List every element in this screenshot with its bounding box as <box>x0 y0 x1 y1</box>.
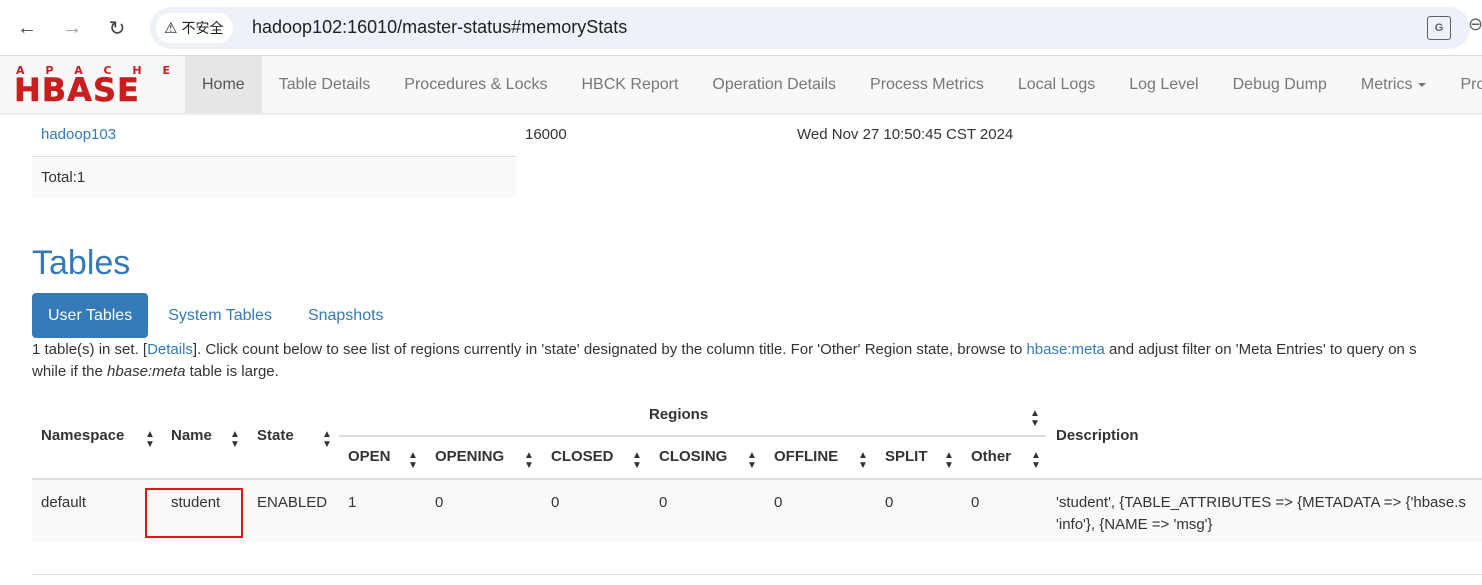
header-namespace[interactable]: Namespace <box>41 427 124 444</box>
sort-icon[interactable]: ▲ ▼ <box>858 451 868 471</box>
tab-snapshots[interactable]: Snapshots <box>292 293 400 338</box>
browser-toolbar: ← → ↻ ⚠ 不安全 hadoop102:16010/master-statu… <box>0 0 1482 56</box>
header-opening[interactable]: OPENING <box>435 448 504 465</box>
header-other[interactable]: Other <box>971 448 1011 465</box>
regions-header-divider <box>339 435 1046 437</box>
cell-other-count: 0 <box>971 494 980 511</box>
hbase-logo[interactable]: A P A C H E HBASE <box>14 64 170 108</box>
cell-closed-count: 0 <box>551 494 560 511</box>
header-name[interactable]: Name <box>171 427 212 444</box>
sort-icon[interactable]: ▲ ▼ <box>1031 451 1041 471</box>
tables-description: 1 table(s) in set. [Details]. Click coun… <box>32 341 1417 380</box>
nav-item-procedures-locks[interactable]: Procedures & Locks <box>387 56 564 113</box>
security-label: 不安全 <box>181 20 224 36</box>
sort-icon[interactable]: ▲ ▼ <box>524 451 534 471</box>
nav-item-table-details[interactable]: Table Details <box>262 56 388 113</box>
master-port: 16000 <box>525 126 567 143</box>
nav-item-process-metrics[interactable]: Process Metrics <box>853 56 1001 113</box>
nav-menu: Home Table Details Procedures & Locks HB… <box>185 56 1482 113</box>
table-row: hadoop103 16000 Wed Nov 27 10:50:45 CST … <box>32 114 1482 156</box>
header-regions: Regions <box>649 406 709 423</box>
header-state[interactable]: State <box>257 427 294 444</box>
nav-item-hbck-report[interactable]: HBCK Report <box>564 56 695 113</box>
url-text[interactable]: hadoop102:16010/master-status#memoryStat… <box>252 17 627 38</box>
masters-total: Total:1 <box>41 169 86 186</box>
sort-icon[interactable]: ▲ ▼ <box>230 430 240 450</box>
cell-split-count: 0 <box>885 494 894 511</box>
translate-icon[interactable]: G <box>1427 16 1451 40</box>
nav-item-metrics[interactable]: Metrics <box>1344 56 1444 113</box>
cell-namespace: default <box>41 494 87 511</box>
nav-item-operation-details[interactable]: Operation Details <box>695 56 853 113</box>
master-start-time: Wed Nov 27 10:50:45 CST 2024 <box>797 126 1014 143</box>
nav-item-home[interactable]: Home <box>185 56 262 113</box>
sort-icon[interactable]: ▲ ▼ <box>632 451 642 471</box>
sort-icon[interactable]: ▲ ▼ <box>1030 409 1040 429</box>
reload-icon[interactable]: ↻ <box>101 12 133 44</box>
header-closed[interactable]: CLOSED <box>551 448 614 465</box>
address-bar[interactable]: ⚠ 不安全 hadoop102:16010/master-status#memo… <box>150 7 1482 49</box>
caret-down-icon <box>1418 82 1427 87</box>
header-split[interactable]: SPLIT <box>885 448 928 465</box>
nav-metrics-label: Metrics <box>1360 75 1413 93</box>
hbase-meta-link[interactable]: hbase:meta <box>1026 341 1104 358</box>
cell-opening-count: 0 <box>435 494 444 511</box>
tables-tabs: User Tables System Tables Snapshots <box>32 293 404 338</box>
sort-icon[interactable]: ▲ ▼ <box>944 451 954 471</box>
nav-item-debug-dump[interactable]: Debug Dump <box>1216 56 1344 113</box>
cell-closing-count: 0 <box>659 494 668 511</box>
warning-icon: ⚠ <box>164 20 178 37</box>
sort-icon[interactable]: ▲ ▼ <box>145 430 155 450</box>
nav-item-log-level[interactable]: Log Level <box>1112 56 1215 113</box>
details-link[interactable]: Details <box>147 341 193 358</box>
table-row: default student ENABLED 1 0 0 0 0 0 0 's… <box>32 478 1482 542</box>
master-host-link[interactable]: hadoop103 <box>41 126 116 143</box>
main-content: hadoop103 16000 Wed Nov 27 10:50:45 CST … <box>32 114 1482 585</box>
tab-user-tables[interactable]: User Tables <box>32 293 149 338</box>
header-open[interactable]: OPEN <box>348 448 391 465</box>
hbase-navbar: A P A C H E HBASE Home Table Details Pro… <box>0 56 1482 114</box>
nav-item-local-logs[interactable]: Local Logs <box>1001 56 1112 113</box>
cell-state: ENABLED <box>257 494 328 511</box>
cell-offline-count: 0 <box>774 494 783 511</box>
zoom-icon[interactable]: ⊖ <box>1468 14 1482 35</box>
header-offline[interactable]: OFFLINE <box>774 448 838 465</box>
highlight-annotation <box>145 488 243 538</box>
tab-system-tables[interactable]: System Tables <box>152 293 288 338</box>
logo-hbase-text: HBASE <box>14 71 140 109</box>
nav-item-profiler[interactable]: Profi <box>1443 56 1482 113</box>
security-chip[interactable]: ⚠ 不安全 <box>156 13 234 43</box>
header-closing[interactable]: CLOSING <box>659 448 727 465</box>
header-description: Description <box>1056 427 1139 444</box>
sort-icon[interactable]: ▲ ▼ <box>322 430 332 450</box>
sort-icon[interactable]: ▲ ▼ <box>747 451 757 471</box>
table-bottom-divider <box>32 574 1482 575</box>
tables-heading: Tables <box>32 244 131 282</box>
table-row-total: Total:1 <box>32 156 516 198</box>
back-arrow-icon[interactable]: ← <box>11 12 43 44</box>
cell-description: 'student', {TABLE_ATTRIBUTES => {METADAT… <box>1056 494 1466 533</box>
sort-icon[interactable]: ▲ ▼ <box>408 451 418 471</box>
cell-open-count[interactable]: 1 <box>348 492 356 514</box>
forward-arrow-icon[interactable]: → <box>56 12 88 44</box>
